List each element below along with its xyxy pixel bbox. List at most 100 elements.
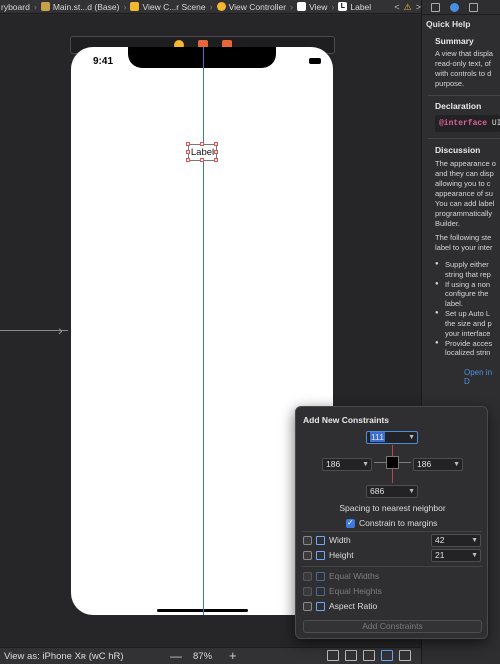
crumb-storyboard[interactable]: ryboard (0, 2, 31, 12)
discussion-line: and they can disp (435, 169, 494, 178)
bullet-item: Supply either (422, 260, 500, 270)
chevron-down-icon: ▼ (362, 461, 369, 468)
resize-handle[interactable] (186, 158, 190, 162)
bottom-strut[interactable] (392, 469, 393, 483)
crumb-label: View (309, 1, 328, 12)
view-icon (297, 2, 307, 11)
resize-handle[interactable] (214, 158, 218, 162)
width-row[interactable]: Width (303, 535, 351, 545)
right-strut[interactable] (399, 462, 411, 463)
constrain-to-margins-row[interactable]: Constrain to margins (346, 518, 437, 528)
view-as-device-button[interactable]: View as: iPhone Xʀ (wC hR) (4, 651, 124, 662)
zoom-level[interactable]: 87% (193, 651, 212, 662)
equal-heights-row[interactable]: Equal Heights (303, 586, 382, 596)
add-constraints-popover: Add New Constraints 111 ▼ 186 ▼ 186 ▼ 686 ▼ … (295, 406, 488, 639)
aspect-ratio-row[interactable]: Aspect Ratio (303, 601, 377, 611)
discussion-line: The appearance o (435, 159, 496, 168)
summary-line: with controls to d (435, 69, 492, 78)
top-constraint-field[interactable]: 111 ▼ (366, 431, 418, 444)
top-strut[interactable] (392, 445, 393, 456)
declaration-heading: Declaration (435, 101, 482, 111)
align-icon[interactable] (363, 650, 375, 661)
warning-icon[interactable]: ⚠ (404, 2, 412, 13)
jump-bar-nav: < ⚠ > (390, 0, 421, 13)
resize-handle[interactable] (186, 142, 190, 146)
add-constraints-button[interactable]: Add Constraints (303, 620, 482, 633)
battery-icon (309, 58, 321, 64)
open-in-docs-link[interactable]: Open in D (422, 368, 500, 386)
divider (302, 566, 482, 567)
bullet-line: localized strin (445, 348, 491, 357)
quick-help-icon[interactable] (450, 2, 459, 12)
summary-line: purpose. (435, 79, 465, 88)
inspector-tabs (422, 0, 500, 15)
update-frames-icon[interactable] (327, 650, 339, 661)
left-constraint-value: 186 (326, 459, 341, 469)
crumb-view[interactable]: View (296, 2, 328, 12)
bullet-item: If using a non (422, 280, 500, 290)
aspect-ratio-icon (316, 601, 325, 611)
resize-handle[interactable] (214, 150, 218, 154)
chevron-right-icon: › (209, 1, 213, 12)
height-icon (316, 550, 325, 560)
resize-handle[interactable] (200, 158, 204, 162)
right-constraint-field[interactable]: 186 ▼ (413, 458, 463, 471)
back-arrow-icon[interactable]: < (394, 2, 399, 12)
left-strut[interactable] (374, 462, 386, 463)
height-checkbox[interactable] (303, 550, 312, 560)
aspect-ratio-checkbox[interactable] (303, 601, 312, 611)
width-checkbox[interactable] (303, 535, 312, 545)
jump-bar: ryboard › Main.st...d (Base) › View C...… (0, 0, 421, 14)
right-constraint-value: 186 (417, 459, 432, 469)
crumb-view-controller[interactable]: View Controller (216, 2, 287, 12)
crumb-label: Main.st...d (Base) (52, 1, 120, 12)
discussion-line: appearance of su (435, 189, 493, 198)
identity-inspector-icon[interactable] (469, 2, 478, 12)
summary-line: read-only text, of (435, 59, 491, 68)
equal-heights-checkbox[interactable] (303, 586, 312, 596)
bullet-item: Provide acces (422, 339, 500, 349)
resize-handle[interactable] (214, 142, 218, 146)
iphone-frame[interactable]: 9:41 (71, 47, 333, 615)
arrow-head-icon: › (58, 322, 63, 338)
zoom-in-button[interactable]: + (229, 648, 237, 663)
scene-icon (130, 2, 140, 11)
constrain-to-margins-label: Constrain to margins (359, 518, 438, 528)
zoom-out-button[interactable]: — (170, 649, 182, 663)
chevron-down-icon: ▼ (408, 434, 415, 441)
code-text: UI (487, 119, 500, 128)
add-constraints-icon[interactable] (381, 650, 393, 661)
height-field[interactable]: 21 ▼ (431, 549, 481, 562)
resize-handle[interactable] (186, 150, 190, 154)
crumb-main-storyboard[interactable]: Main.st...d (Base) (40, 2, 121, 12)
embed-in-icon[interactable] (345, 650, 357, 661)
equal-widths-row[interactable]: Equal Widths (303, 571, 379, 581)
chevron-right-icon: › (290, 1, 294, 12)
left-constraint-field[interactable]: 186 ▼ (322, 458, 372, 471)
width-field[interactable]: 42 ▼ (431, 534, 481, 547)
resize-handle[interactable] (200, 142, 204, 146)
width-value: 42 (435, 535, 445, 545)
equal-widths-checkbox[interactable] (303, 571, 312, 581)
constrain-to-margins-checkbox[interactable] (346, 518, 355, 528)
width-icon (316, 535, 325, 545)
chevron-down-icon: ▼ (453, 461, 460, 468)
height-row[interactable]: Height (303, 550, 354, 560)
status-time: 9:41 (93, 56, 114, 67)
discussion-line: Builder. (435, 219, 461, 228)
label-icon: L (338, 2, 348, 11)
crumb-scene[interactable]: View C...r Scene (129, 2, 206, 12)
crumb-label: ryboard (1, 1, 30, 12)
file-inspector-icon[interactable] (431, 2, 440, 12)
declaration-code: @interface UI (435, 115, 500, 132)
discussion-line: You can add label (435, 199, 495, 208)
code-keyword: @interface (439, 119, 488, 128)
bottom-constraint-field[interactable]: 686 ▼ (366, 485, 418, 498)
storyboard-file-icon (40, 2, 50, 11)
crumb-label-element[interactable]: L Label (337, 2, 372, 12)
popover-title: Add New Constraints (303, 415, 389, 425)
crumb-label: View Controller (228, 1, 287, 12)
equal-heights-label: Equal Heights (329, 586, 382, 596)
resolve-issues-icon[interactable] (399, 650, 411, 661)
chevron-right-icon: › (33, 1, 37, 12)
